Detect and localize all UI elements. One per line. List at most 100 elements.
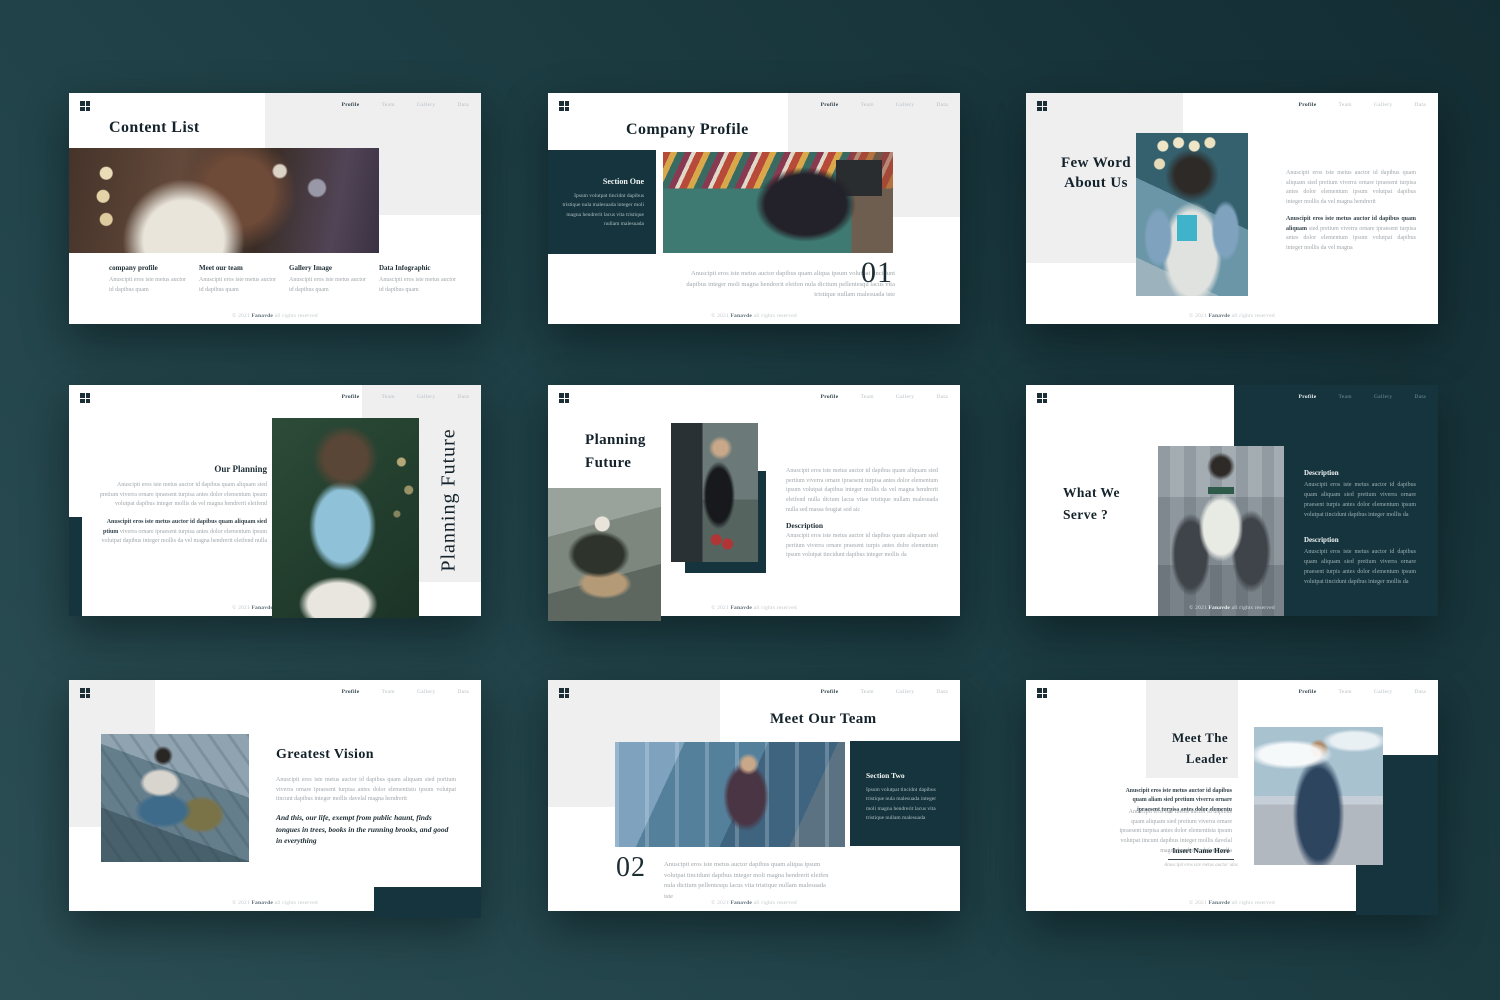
- slide-footer: © 2021 Fanavde all rights reserved: [548, 900, 960, 906]
- nav-item-data[interactable]: Data: [936, 394, 948, 400]
- content-columns: company profile Anuscipit eros iste metu…: [109, 264, 467, 295]
- column-text: Anuscipit eros iste metus auctor id dapi…: [109, 276, 191, 295]
- footer-copyright: © 2021: [232, 900, 251, 906]
- footer-brand: Fanavde: [1208, 605, 1230, 611]
- nav-item-gallery[interactable]: Gallery: [417, 102, 436, 108]
- photo-woman-by-car: [671, 423, 758, 562]
- slide-title: Meet Our Team: [770, 709, 877, 729]
- nav-item-gallery[interactable]: Gallery: [1374, 689, 1393, 695]
- logo-grid-icon: [80, 101, 90, 111]
- nav-item-gallery[interactable]: Gallery: [1374, 394, 1393, 400]
- title-line: Future: [585, 452, 646, 475]
- nav-item-data[interactable]: Data: [936, 102, 948, 108]
- column-text: Anuscipit eros iste metus auctor id dapi…: [199, 276, 281, 295]
- nav-item-gallery[interactable]: Gallery: [896, 394, 915, 400]
- footer-brand: Fanavde: [251, 313, 273, 319]
- nav-item-data[interactable]: Data: [1414, 102, 1426, 108]
- slide-nav: Profile Team Gallery Data: [342, 689, 469, 695]
- slide-nav: Profile Team Gallery Data: [342, 102, 469, 108]
- nav-item-team[interactable]: Team: [860, 102, 873, 108]
- nav-item-profile[interactable]: Profile: [1299, 689, 1317, 695]
- slide-title: Content List: [109, 117, 200, 139]
- logo-grid-icon: [559, 101, 569, 111]
- slide-planning-future: ProfileTeamGalleryData Planning Future A…: [548, 385, 960, 616]
- content-column: Meet our team Anuscipit eros iste metus …: [199, 264, 281, 295]
- nav-item-data[interactable]: Data: [457, 102, 469, 108]
- footer-rights: all rights reserved: [752, 605, 797, 611]
- template-preview-canvas: Profile Team Gallery Data Content List comp…: [0, 0, 1500, 1000]
- photo-woman-with-backpack: [101, 734, 249, 862]
- slide-meet-the-leader: ProfileTeamGalleryData Meet The Leader A…: [1026, 680, 1438, 911]
- nav-item-data[interactable]: Data: [457, 394, 469, 400]
- description-heading: Description: [1304, 469, 1339, 477]
- photo-street-fashion: [1158, 446, 1284, 616]
- vision-quote: And this, our life, exempt from public h…: [276, 812, 456, 847]
- slide-number: 01: [861, 256, 893, 290]
- slide-body: Anuscipit eros iste metus auctor dapibus…: [664, 860, 832, 902]
- nav-item-team[interactable]: Team: [381, 689, 394, 695]
- footer-copyright: © 2021: [1189, 900, 1208, 906]
- logo-grid-icon: [80, 393, 90, 403]
- footer-copyright: © 2021: [711, 313, 730, 319]
- footer-rights: all rights reserved: [1230, 313, 1275, 319]
- column-text: Anuscipit eros iste metus auctor id dapi…: [379, 276, 461, 295]
- nav-item-team[interactable]: Team: [1338, 394, 1351, 400]
- section-box: Section Two Ipsum volutpat tincidnt dapi…: [850, 741, 960, 846]
- footer-brand: Fanavde: [1208, 900, 1230, 906]
- footer-copyright: © 2021: [1189, 605, 1208, 611]
- nav-item-team[interactable]: Team: [860, 689, 873, 695]
- nav-item-profile[interactable]: Profile: [342, 102, 360, 108]
- nav-item-gallery[interactable]: Gallery: [417, 394, 436, 400]
- description-heading: Description: [786, 521, 823, 530]
- nav-item-team[interactable]: Team: [1338, 102, 1351, 108]
- section-heading: Section One: [603, 177, 644, 186]
- nav-item-data[interactable]: Data: [457, 689, 469, 695]
- slide-nav: Profile Team Gallery Data: [1299, 394, 1426, 400]
- description-heading: Description: [1304, 536, 1339, 544]
- photo-woman-with-dog: [69, 148, 379, 253]
- slide-nav: Profile Team Gallery Data: [821, 689, 948, 695]
- nav-item-data[interactable]: Data: [936, 689, 948, 695]
- logo-grid-icon: [1037, 393, 1047, 403]
- column-heading: Meet our team: [199, 264, 281, 272]
- footer-brand: Fanavde: [730, 313, 752, 319]
- nav-item-gallery[interactable]: Gallery: [896, 689, 915, 695]
- nav-item-profile[interactable]: Profile: [821, 689, 839, 695]
- nav-item-gallery[interactable]: Gallery: [1374, 102, 1393, 108]
- nav-item-profile[interactable]: Profile: [342, 394, 360, 400]
- nav-item-profile[interactable]: Profile: [342, 689, 360, 695]
- slide-footer: © 2021 Fanavde all rights reserved: [1026, 900, 1438, 906]
- name-caption: Anuscipit eros iste metus auctor idas: [1158, 863, 1244, 868]
- slide-nav: Profile Team Gallery Data: [1299, 689, 1426, 695]
- slide-body: Anuscipit eros iste metus auctor id dapi…: [276, 776, 456, 805]
- footer-copyright: © 2021: [711, 900, 730, 906]
- slide-footer: © 2021 Fanavde all rights reserved: [69, 900, 481, 906]
- nav-item-data[interactable]: Data: [1414, 394, 1426, 400]
- nav-item-team[interactable]: Team: [1338, 689, 1351, 695]
- name-placeholder[interactable]: Insert Name Here: [1168, 846, 1234, 860]
- paragraph-rest: viverra ornare ipraesent turpisa antes d…: [102, 529, 267, 545]
- planning-paragraph: Anuscipit eros iste metus auctor id dapi…: [97, 518, 267, 547]
- slide-nav: Profile Team Gallery Data: [821, 102, 948, 108]
- slide-meet-our-team: Profile Team Gallery Data Meet Our Team Sec…: [548, 680, 960, 911]
- nav-item-profile[interactable]: Profile: [1299, 102, 1317, 108]
- nav-item-team[interactable]: Team: [860, 394, 873, 400]
- slide-company-profile: ProfileTeamGalleryData Company Profile S…: [548, 93, 960, 324]
- content-column: Data Infographic Anuscipit eros iste met…: [379, 264, 461, 295]
- nav-item-data[interactable]: Data: [1414, 689, 1426, 695]
- nav-item-gallery[interactable]: Gallery: [896, 102, 915, 108]
- nav-item-profile[interactable]: Profile: [1299, 394, 1317, 400]
- slide-footer: © 2021 Fanavde all rights reserved: [69, 313, 481, 319]
- slide-number: 02: [616, 852, 646, 884]
- logo-grid-icon: [1037, 688, 1047, 698]
- nav-item-profile[interactable]: Profile: [821, 394, 839, 400]
- slide-greatest-vision: ProfileTeamGalleryData Greatest Vision A…: [69, 680, 481, 911]
- photo-leader-portrait: [1254, 727, 1383, 865]
- nav-item-profile[interactable]: Profile: [821, 102, 839, 108]
- nav-item-gallery[interactable]: Gallery: [417, 689, 436, 695]
- nav-item-team[interactable]: Team: [381, 394, 394, 400]
- content-column: company profile Anuscipit eros iste metu…: [109, 264, 191, 295]
- nav-item-team[interactable]: Team: [381, 102, 394, 108]
- section-box: Section One Ipsum volutpat tincidnt dapi…: [548, 150, 656, 254]
- footer-copyright: © 2021: [1189, 313, 1208, 319]
